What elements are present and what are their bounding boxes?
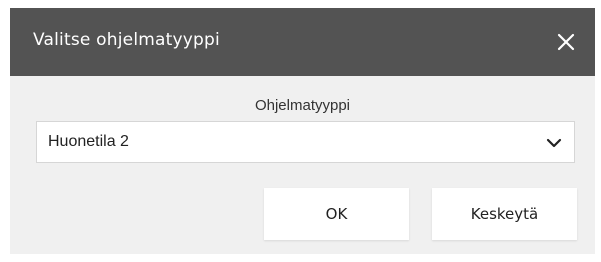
program-type-select[interactable]: Huonetila 2 [36, 121, 575, 163]
ok-button[interactable]: OK [264, 188, 409, 240]
program-type-dialog: Valitse ohjelmatyyppi Ohjelmatyyppi Huon… [10, 8, 595, 254]
dialog-header: Valitse ohjelmatyyppi [10, 8, 595, 76]
close-button[interactable] [553, 29, 579, 55]
program-type-selected-value: Huonetila 2 [48, 133, 129, 150]
cancel-button[interactable]: Keskeytä [432, 188, 577, 240]
dialog-title: Valitse ohjelmatyyppi [33, 30, 220, 50]
chevron-down-icon [546, 138, 562, 148]
program-type-label: Ohjelmatyyppi [254, 97, 351, 114]
close-icon [557, 33, 575, 51]
